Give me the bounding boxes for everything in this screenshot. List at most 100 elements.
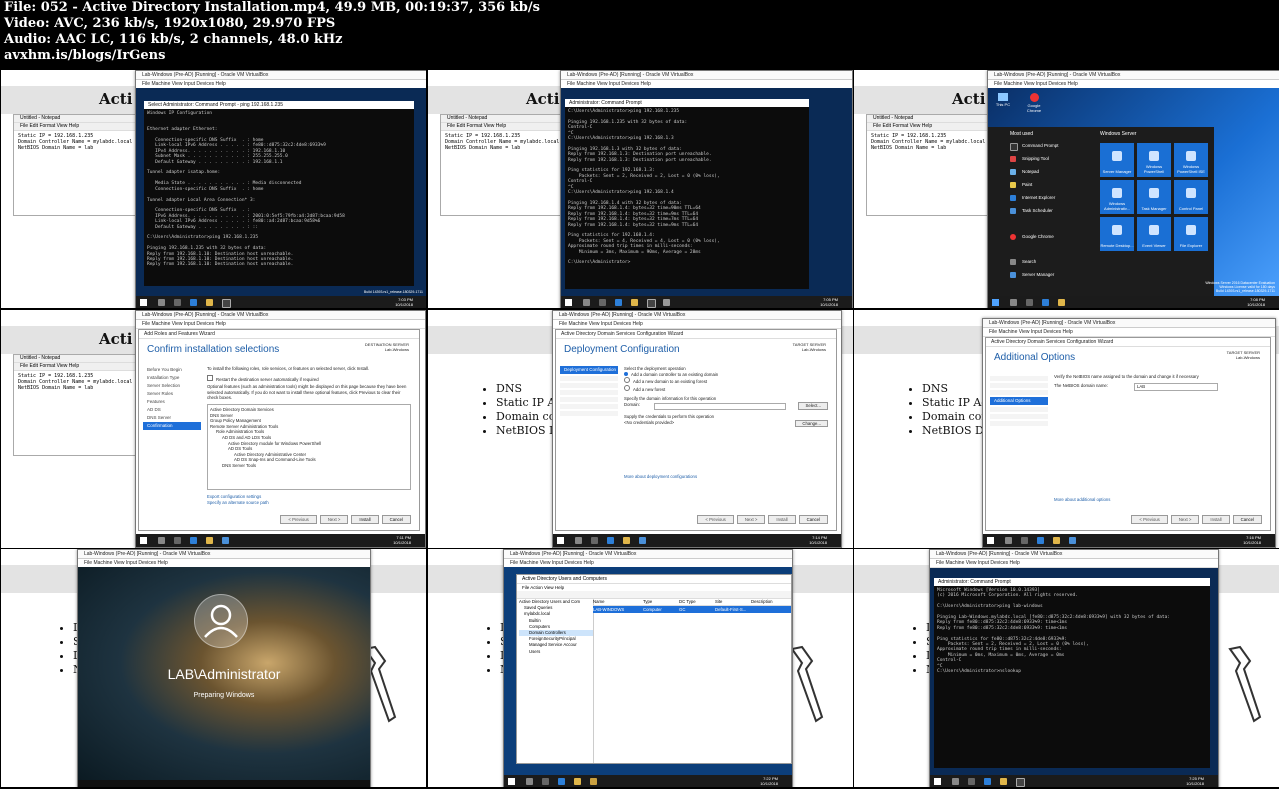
- thumbnail-5[interactable]: DNS Static IP Add Domain cont NetBIOS Do…: [428, 310, 853, 548]
- radio-option[interactable]: Add a new forest: [624, 384, 828, 393]
- previous-button[interactable]: < Previous: [697, 515, 734, 524]
- task-view-icon[interactable]: [1021, 537, 1028, 544]
- thumbnail-1[interactable]: Acti Untitled - Notepad File Edit Format…: [1, 70, 426, 308]
- previous-button[interactable]: < Previous: [1131, 515, 1168, 524]
- nav-item[interactable]: Server Selection: [143, 382, 201, 390]
- cmd-taskbar-icon[interactable]: [647, 299, 656, 308]
- cancel-button[interactable]: Cancel: [381, 515, 411, 524]
- tile-event-viewer[interactable]: Event Viewer: [1137, 217, 1171, 251]
- nav-item-placeholder[interactable]: [990, 383, 1048, 388]
- nav-item-placeholder[interactable]: [990, 390, 1048, 395]
- nav-item[interactable]: Before You Begin: [143, 366, 201, 374]
- thumbnail-8[interactable]: D S D N Lab-Windows (Pre-AD) [Running] -…: [428, 549, 853, 787]
- ie-icon[interactable]: [615, 299, 622, 306]
- nav-item-placeholder[interactable]: [560, 390, 618, 395]
- explorer-icon[interactable]: [206, 299, 213, 306]
- server-manager-icon[interactable]: [222, 537, 229, 544]
- previous-button[interactable]: < Previous: [280, 515, 317, 524]
- next-button[interactable]: Next >: [1170, 515, 1200, 524]
- nav-item-placeholder[interactable]: [560, 397, 618, 402]
- server-manager-icon[interactable]: [1069, 537, 1076, 544]
- search-icon[interactable]: [158, 537, 165, 544]
- thumbnail-6[interactable]: DNS Static IP Add Domain cont NetBIOS Do…: [854, 310, 1279, 548]
- task-view-icon[interactable]: [174, 537, 181, 544]
- nav-item-placeholder[interactable]: [990, 421, 1048, 426]
- nav-item[interactable]: DNS Server: [143, 414, 201, 422]
- domain-input[interactable]: [654, 402, 786, 410]
- menu-item-notepad[interactable]: Notepad: [1008, 167, 1082, 177]
- install-button[interactable]: Install: [768, 515, 796, 524]
- tile-powershell-ise[interactable]: Windows PowerShell ISE: [1174, 143, 1208, 177]
- task-view-icon[interactable]: [968, 778, 975, 785]
- explorer-icon[interactable]: [1058, 299, 1065, 306]
- col-type[interactable]: Type: [643, 599, 679, 605]
- col-name[interactable]: Name: [593, 599, 643, 605]
- netbios-input[interactable]: LAB: [1134, 382, 1218, 391]
- start-icon[interactable]: [934, 778, 941, 785]
- menu-item-search[interactable]: Search: [1008, 257, 1082, 267]
- next-button[interactable]: Next >: [736, 515, 766, 524]
- ie-icon[interactable]: [1037, 537, 1044, 544]
- thumbnail-9[interactable]: D S D N Lab-Windows (Pre-AD) [Running] -…: [854, 549, 1279, 787]
- search-icon[interactable]: [583, 299, 590, 306]
- ie-icon[interactable]: [190, 299, 197, 306]
- menu-item-task-scheduler[interactable]: Task Scheduler: [1008, 206, 1082, 216]
- tile-server-manager[interactable]: Server Manager: [1100, 143, 1134, 177]
- more-link[interactable]: More about deployment configurations: [624, 474, 828, 480]
- ie-icon[interactable]: [1042, 299, 1049, 306]
- desktop-icon-this-pc[interactable]: This PC: [994, 93, 1012, 107]
- nav-item-active[interactable]: Deployment Configuration: [560, 366, 618, 374]
- nav-item-placeholder[interactable]: [560, 411, 618, 416]
- tile-admin-tools[interactable]: Windows Administrativ...: [1100, 180, 1134, 214]
- task-view-icon[interactable]: [599, 299, 606, 306]
- ie-icon[interactable]: [984, 778, 991, 785]
- thumbnail-7[interactable]: D S D N Lab-Windows (Pre-AD) [Running] -…: [1, 549, 426, 787]
- explorer-icon[interactable]: [623, 537, 630, 544]
- search-icon[interactable]: [575, 537, 582, 544]
- nav-item-active[interactable]: Confirmation: [143, 422, 201, 430]
- start-icon[interactable]: [565, 299, 572, 306]
- install-button[interactable]: Install: [1202, 515, 1230, 524]
- task-view-icon[interactable]: [542, 778, 549, 785]
- explorer-icon[interactable]: [574, 778, 581, 785]
- desktop-icon-chrome[interactable]: Google Chrome: [1022, 93, 1046, 113]
- thumbnail-4[interactable]: Acti Untitled - Notepad File Edit Format…: [1, 310, 426, 548]
- nav-item[interactable]: Features: [143, 398, 201, 406]
- next-button[interactable]: Next >: [319, 515, 349, 524]
- start-icon[interactable]: [140, 537, 147, 544]
- menu-item-paint[interactable]: Paint: [1008, 180, 1082, 190]
- start-icon[interactable]: [140, 299, 147, 306]
- nav-item-placeholder[interactable]: [990, 407, 1048, 412]
- col-site[interactable]: Site: [715, 599, 751, 605]
- tile-powershell[interactable]: Windows PowerShell: [1137, 143, 1171, 177]
- radio-option[interactable]: Add a new domain to an existing forest: [624, 377, 828, 385]
- nav-item-placeholder[interactable]: [560, 404, 618, 409]
- tree-item[interactable]: Users: [519, 649, 593, 655]
- more-link[interactable]: More about additional options: [1054, 497, 1262, 503]
- menu-item-server-manager[interactable]: Server Manager: [1008, 270, 1082, 280]
- explorer-icon[interactable]: [1053, 537, 1060, 544]
- thumbnail-3[interactable]: Acti Untitled - Notepad File Edit Format…: [854, 70, 1279, 308]
- cancel-button[interactable]: Cancel: [798, 515, 828, 524]
- cancel-button[interactable]: Cancel: [1232, 515, 1262, 524]
- thumbnail-2[interactable]: Acti Untitled - Notepad File Edit Format…: [428, 70, 853, 308]
- start-icon[interactable]: [557, 537, 564, 544]
- cmd-taskbar-icon[interactable]: [1016, 778, 1025, 787]
- aduc-menu[interactable]: File Action View Help: [517, 584, 791, 591]
- task-view-icon[interactable]: [174, 299, 181, 306]
- nav-item-active[interactable]: Additional Options: [990, 397, 1048, 405]
- nav-item-placeholder[interactable]: [990, 376, 1048, 381]
- task-view-icon[interactable]: [591, 537, 598, 544]
- search-icon[interactable]: [526, 778, 533, 785]
- menu-item-snipping[interactable]: Snipping Tool: [1008, 154, 1082, 164]
- ie-icon[interactable]: [607, 537, 614, 544]
- tile-control-panel[interactable]: Control Panel: [1174, 180, 1208, 214]
- nav-item-placeholder[interactable]: [560, 383, 618, 388]
- ie-icon[interactable]: [558, 778, 565, 785]
- menu-item-ie[interactable]: Internet Explorer: [1008, 193, 1082, 203]
- nav-item[interactable]: AD DS: [143, 406, 201, 414]
- install-button[interactable]: Install: [351, 515, 379, 524]
- menu-item-cmd[interactable]: Command Prompt: [1008, 141, 1082, 151]
- alt-source-link[interactable]: Specify an alternate source path: [207, 500, 411, 506]
- nav-item[interactable]: Installation Type: [143, 374, 201, 382]
